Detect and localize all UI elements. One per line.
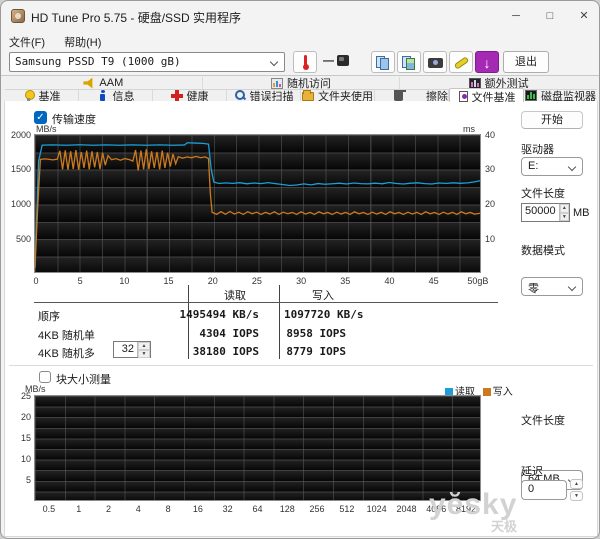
menu-file[interactable]: 文件(F) — [1, 31, 53, 50]
tab-aam[interactable]: AAM — [5, 77, 203, 90]
delay-up-button[interactable]: ▲ — [570, 479, 583, 489]
4k-multi-read-value: 38180 IOPS — [101, 345, 259, 358]
magnifier-icon — [234, 90, 246, 101]
info-icon — [97, 90, 109, 101]
extra-tests-icon — [469, 78, 481, 89]
y-axis-left-2: 25 20 15 10 5 — [9, 395, 31, 501]
write-legend-label: 写入 — [493, 387, 513, 398]
menubar: 文件(F) 帮助(H) — [1, 31, 599, 50]
row-label-4k-single: 4KB 随机单 — [38, 327, 95, 343]
block-file-length-label: 文件长度 — [521, 412, 565, 428]
spin-up-icon: ▲ — [560, 204, 569, 213]
trash-icon — [394, 92, 403, 101]
drive-select[interactable]: E: — [521, 157, 583, 176]
camera-button[interactable] — [423, 51, 447, 73]
copy-image-button[interactable] — [397, 51, 421, 73]
close-button[interactable]: ✕ — [567, 1, 600, 31]
folder-icon — [302, 92, 314, 101]
start-button[interactable]: 开始 — [521, 111, 583, 129]
app-window: HD Tune Pro 5.75 - 硬盘/SSD 实用程序 ─ □ ✕ 文件(… — [0, 0, 600, 539]
titlebar[interactable]: HD Tune Pro 5.75 - 硬盘/SSD 实用程序 ─ □ ✕ — [1, 1, 599, 31]
chevron-down-icon — [270, 58, 278, 66]
bulb-icon — [23, 90, 35, 101]
temperature-button[interactable] — [293, 51, 317, 73]
transfer-speed-label: 传输速度 — [52, 111, 96, 127]
block-size-label: 块大小测量 — [56, 371, 111, 387]
write-legend-swatch — [483, 388, 491, 396]
col-header-read: 读取 — [201, 287, 269, 303]
x-axis-labels: 0 5 10 15 20 25 30 35 40 45 50gB — [21, 276, 493, 286]
transfer-speed-series — [35, 135, 480, 272]
temperature-value: — — [323, 55, 334, 67]
file-benchmark-icon — [459, 91, 468, 102]
data-mode-select[interactable]: 零 — [521, 277, 583, 296]
row-label-sequential: 顺序 — [38, 308, 60, 324]
section-divider — [9, 365, 593, 366]
exit-button[interactable]: 退出 — [503, 51, 549, 73]
y-axis-unit: MB/s — [36, 124, 57, 134]
drive-temp-icon — [337, 55, 349, 66]
chevron-down-icon — [568, 283, 576, 291]
file-length-unit: MB — [573, 207, 590, 219]
download-icon: ↓ — [476, 53, 498, 73]
disk-monitor-icon — [525, 90, 537, 101]
device-select-value: Samsung PSSD T9 (1000 gB) — [15, 55, 181, 68]
table-divider — [279, 285, 280, 359]
tabstrip: AAM 随机访问 额外测试 基准 信息 健康 — [1, 75, 599, 101]
save-button[interactable] — [449, 51, 473, 73]
app-icon — [11, 9, 25, 23]
device-select[interactable]: Samsung PSSD T9 (1000 gB) — [9, 52, 285, 72]
health-cross-icon — [171, 90, 183, 101]
table-header-rule — [34, 302, 498, 303]
y-axis-left: 2000 1500 1000 500 — [3, 134, 31, 273]
window-title: HD Tune Pro 5.75 - 硬盘/SSD 实用程序 — [31, 9, 241, 26]
y2-axis-unit: ms — [463, 124, 475, 134]
4k-single-read-value: 4304 IOPS — [101, 327, 259, 340]
block-size-chart — [34, 395, 481, 501]
4k-multi-write-value: 8779 IOPS — [284, 345, 346, 358]
transfer-speed-checkbox[interactable] — [34, 111, 47, 124]
maximize-button[interactable]: □ — [533, 1, 567, 31]
menu-help[interactable]: 帮助(H) — [56, 31, 109, 50]
copy-button[interactable] — [371, 51, 395, 73]
toolbar: Samsung PSSD T9 (1000 gB) — ↓ 退出 — [1, 50, 599, 75]
delay-down-button[interactable]: ▼ — [570, 491, 583, 501]
sequential-write-value: 1097720 KB/s — [284, 308, 374, 321]
x-axis-labels-2: 0.5 1 2 4 8 16 32 64 128 256 512 1024 20… — [34, 504, 481, 514]
delay-label: 延迟 — [521, 463, 543, 479]
row-label-4k-multi: 4KB 随机多 — [38, 345, 95, 361]
speaker-icon — [83, 78, 95, 89]
drive-label: 驱动器 — [521, 141, 554, 157]
y-axis-right: 40 30 20 10 — [485, 134, 505, 273]
minimize-button[interactable]: ─ — [499, 1, 533, 31]
col-header-write: 写入 — [289, 287, 357, 303]
file-length-stepper[interactable]: 50000 ▲▼ — [521, 203, 570, 222]
chevron-down-icon — [568, 163, 576, 171]
tab-file-benchmark[interactable]: 文件基准 — [449, 88, 524, 102]
save-icon — [454, 56, 470, 70]
block-size-checkbox[interactable] — [39, 371, 51, 383]
update-button[interactable]: ↓ — [475, 51, 499, 73]
block-size-series — [35, 396, 480, 500]
transfer-speed-chart — [34, 134, 481, 273]
spin-down-icon: ▼ — [560, 213, 569, 222]
tab-random-access[interactable]: 随机访问 — [203, 77, 401, 90]
random-access-icon — [271, 78, 283, 89]
4k-single-write-value: 8958 IOPS — [284, 327, 346, 340]
delay-input[interactable]: 0 — [521, 480, 567, 500]
data-mode-label: 数据模式 — [521, 242, 565, 258]
file-length-label: 文件长度 — [521, 185, 565, 201]
sequential-read-value: 1495494 KB/s — [101, 308, 259, 321]
